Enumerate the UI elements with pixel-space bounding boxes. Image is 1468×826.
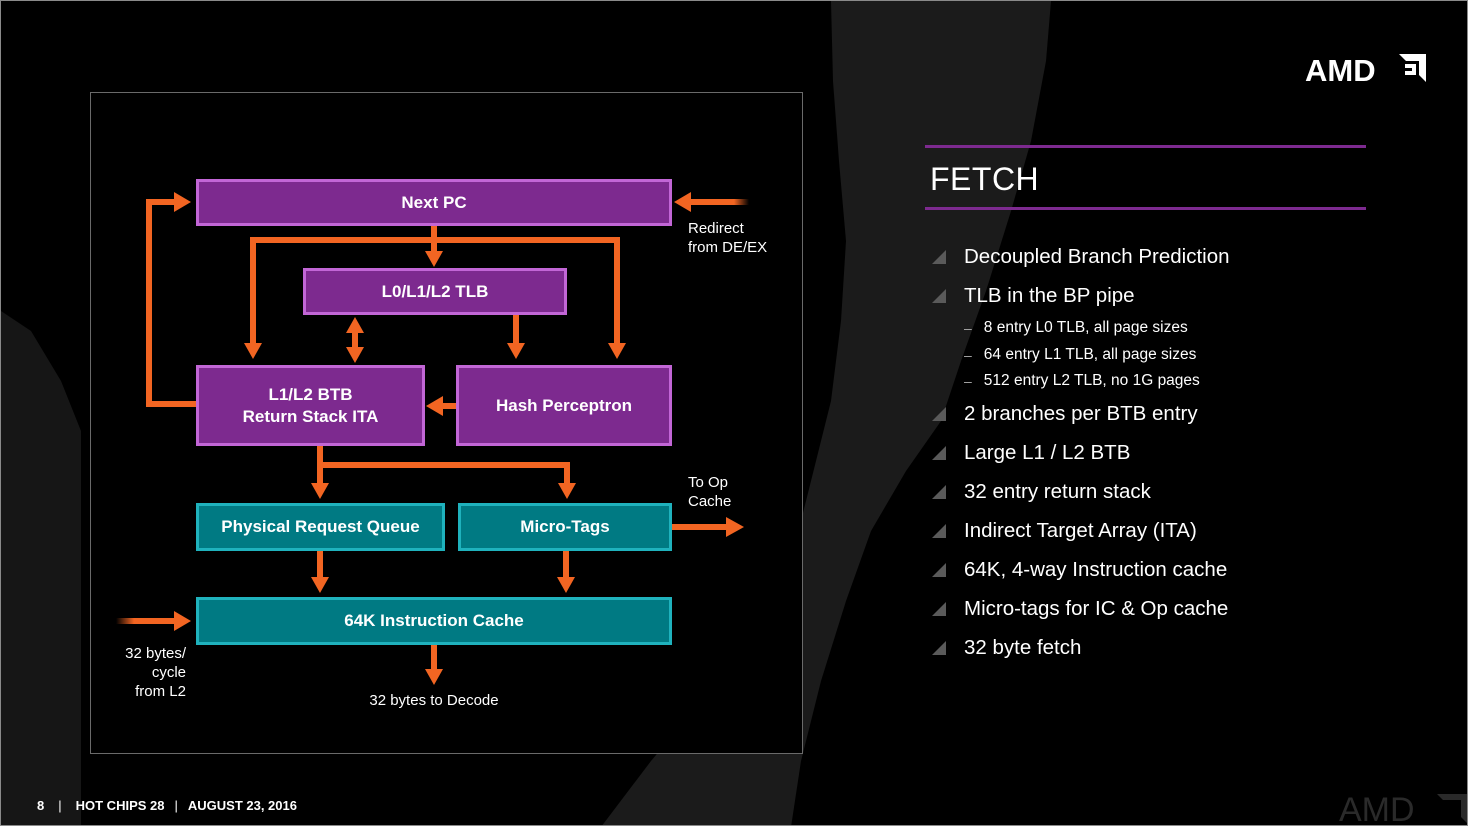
redirect-label: Redirect from DE/EX: [688, 219, 767, 257]
slide-title: FETCH: [930, 161, 1040, 197]
triangle-bullet-icon: [932, 249, 946, 264]
sub-bullet-item: –512 entry L2 TLB, no 1G pages: [931, 368, 1371, 395]
triangle-bullet-icon: [932, 602, 946, 616]
title-rule-top: [925, 145, 1366, 148]
next-pc-label: Next PC: [401, 192, 467, 212]
arrow-nextpc-to-tlb: [425, 226, 443, 267]
arrow-to-op-cache: [672, 517, 744, 537]
event-name: HOT CHIPS 28: [75, 798, 165, 813]
from-l2-label-line1: 32 bytes/: [125, 645, 186, 662]
to-decode-label: 32 bytes to Decode: [369, 692, 499, 709]
from-l2-label-line3: from L2: [135, 683, 186, 700]
bullet-text: Decoupled Branch Prediction: [964, 244, 1230, 268]
arrow-btb-split: [311, 446, 576, 499]
from-l2-label-line2: cycle: [151, 664, 186, 681]
physical-request-queue-box: Physical Request Queue: [196, 503, 445, 551]
title-rule-bottom: [925, 207, 1366, 210]
bullet-text: 512 entry L2 TLB, no 1G pages: [983, 372, 1200, 390]
bullet-text: Micro-tags for IC & Op cache: [964, 597, 1229, 620]
bullet-item: TLB in the BP pipe: [931, 276, 1371, 315]
redirect-label-line1: Redirect: [688, 220, 744, 237]
triangle-bullet-icon: [932, 524, 946, 538]
sub-bullet-item: –8 entry L0 TLB, all page sizes: [931, 315, 1371, 342]
instruction-cache-box: 64K Instruction Cache: [196, 597, 672, 645]
amd-watermark-arrow-icon: [1437, 794, 1467, 823]
arrow-microtags-to-ic: [557, 551, 575, 593]
sub-bullet-item: –64 entry L1 TLB, all page sizes: [931, 342, 1371, 369]
arrow-from-l2: [116, 611, 191, 631]
footer: 8 | HOT CHIPS 28 | AUGUST 23, 2016: [37, 798, 297, 813]
arrow-redirect: [674, 192, 749, 212]
bullet-item: 64K, 4-way Instruction cache: [931, 551, 1371, 590]
instruction-cache-label: 64K Instruction Cache: [344, 611, 524, 630]
amd-logo: AMD: [1305, 53, 1426, 83]
page-number: 8: [37, 798, 45, 813]
bullet-text: 2 branches per BTB entry: [964, 402, 1198, 425]
arrow-tlb-to-hash: [507, 315, 525, 359]
amd-watermark-text: AMD: [1339, 791, 1415, 823]
footer-separator: |: [58, 798, 62, 813]
bullet-item: 2 branches per BTB entry: [931, 395, 1371, 434]
bullet-text: 32 byte fetch: [964, 636, 1082, 659]
hash-perceptron-box: Hash Perceptron: [456, 365, 672, 446]
btb-label-line2: Return Stack ITA: [242, 406, 379, 426]
arrow-prq-to-ic: [311, 551, 329, 593]
to-op-cache-label-line2: Cache: [688, 493, 732, 510]
hash-perceptron-label: Hash Perceptron: [495, 395, 633, 415]
triangle-bullet-icon: [932, 288, 946, 303]
btb-box: L1/L2 BTB Return Stack ITA: [196, 365, 425, 446]
micro-tags-label: Micro-Tags: [520, 517, 610, 536]
amd-logo-text: AMD: [1305, 53, 1376, 83]
arrow-hash-to-btb: [426, 396, 457, 416]
triangle-bullet-icon: [932, 446, 946, 460]
amd-arrow-icon: [1399, 54, 1426, 82]
triangle-bullet-icon: [932, 485, 946, 499]
amd-watermark-logo: AMD: [1339, 791, 1467, 823]
arrow-tlb-btb-bidirectional: [346, 317, 364, 363]
footer-separator: |: [174, 798, 178, 813]
bullet-item: Indirect Target Array (ITA): [931, 512, 1371, 551]
bullet-item: Micro-tags for IC & Op cache: [931, 590, 1371, 629]
bullet-text: 32 entry return stack: [964, 480, 1151, 503]
to-op-cache-label-line1: To Op: [688, 474, 729, 491]
bullet-item: 32 byte fetch: [931, 629, 1371, 668]
dash-bullet-icon: –: [964, 373, 972, 390]
triangle-bullet-icon: [932, 407, 946, 421]
arrow-btb-to-nextpc: [146, 192, 198, 407]
dash-bullet-icon: –: [964, 346, 972, 363]
bullet-text: Indirect Target Array (ITA): [964, 519, 1197, 542]
bullet-item: Large L1 / L2 BTB: [931, 434, 1371, 473]
event-date: AUGUST 23, 2016: [187, 798, 297, 813]
btb-label-line1: L1/L2 BTB: [268, 384, 353, 404]
bullet-item: Decoupled Branch Prediction: [931, 237, 1371, 276]
tlb-box: L0/L1/L2 TLB: [303, 268, 567, 315]
bullet-text: 64 entry L1 TLB, all page sizes: [983, 345, 1197, 363]
slide: Next PC L0/L1/L2 TLB L1/L2 BTB Return St…: [0, 0, 1468, 826]
from-l2-label: 32 bytes/ cycle from L2: [101, 644, 186, 701]
to-op-cache-label: To Op Cache: [688, 473, 731, 511]
bullet-text: 8 entry L0 TLB, all page sizes: [983, 319, 1188, 337]
dash-bullet-icon: –: [964, 320, 972, 337]
next-pc-box: Next PC: [196, 179, 672, 226]
bullet-text: Large L1 / L2 BTB: [964, 441, 1131, 464]
bullet-text: 64K, 4-way Instruction cache: [964, 558, 1228, 581]
bullet-item: 32 entry return stack: [931, 473, 1371, 512]
triangle-bullet-icon: [932, 563, 946, 577]
triangle-bullet-icon: [932, 641, 946, 655]
arrow-ic-to-decode: [425, 644, 443, 685]
tlb-label: L0/L1/L2 TLB: [381, 281, 489, 301]
bullet-text: TLB in the BP pipe: [964, 283, 1135, 307]
redirect-label-line2: from DE/EX: [688, 239, 768, 256]
physical-request-queue-label: Physical Request Queue: [221, 517, 420, 536]
micro-tags-box: Micro-Tags: [458, 503, 672, 551]
bullet-list: Decoupled Branch Prediction TLB in the BP…: [931, 237, 1371, 668]
